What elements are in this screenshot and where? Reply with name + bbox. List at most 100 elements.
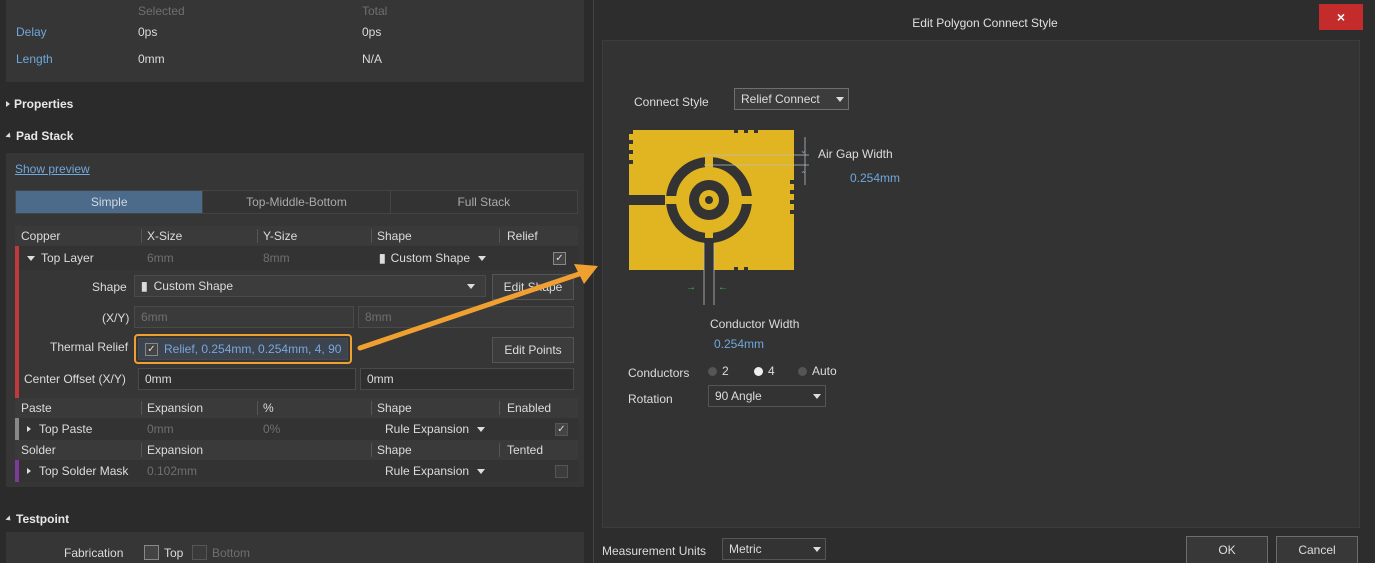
top-solder-shape-value: Rule Expansion (385, 464, 470, 478)
col-x-size: X-Size (147, 229, 183, 243)
thermal-relief-label: Thermal Relief (50, 340, 129, 354)
shape-select[interactable]: ▮ Custom Shape (134, 275, 486, 297)
thermal-relief-checkbox[interactable]: ✓ (145, 342, 158, 356)
conductors-option-auto[interactable]: Auto (798, 364, 837, 378)
col-enabled: Enabled (507, 401, 552, 415)
col-shape: Shape (377, 229, 412, 243)
delay-label: Delay (16, 25, 47, 39)
top-paste-shape-select[interactable]: Rule Expansion (385, 418, 486, 440)
xy-label: (X/Y) (102, 311, 130, 325)
shape-value: Custom Shape (153, 279, 233, 293)
top-paste-expansion: 0mm (147, 422, 174, 436)
chevron-down-icon (813, 547, 821, 552)
size-y-field[interactable]: 8mm (358, 306, 574, 328)
air-gap-value[interactable]: 0.254mm (850, 171, 900, 185)
col-selected-header: Selected (138, 4, 185, 18)
show-preview-link[interactable]: Show preview (15, 162, 90, 176)
svg-text:⌄: ⌄ (800, 146, 807, 155)
col-y-size: Y-Size (263, 229, 298, 243)
top-solder-expansion: 0.102mm (147, 464, 198, 478)
connect-style-label: Connect Style (634, 95, 709, 109)
thermal-relief-field[interactable]: ✓ Relief, 0.254mm, 0.254mm, 4, 90 (138, 338, 348, 360)
edit-shape-button[interactable]: Edit Shape (492, 274, 574, 300)
cancel-button[interactable]: Cancel (1276, 536, 1358, 563)
close-button[interactable]: × (1319, 4, 1363, 30)
col-expansion: Expansion (147, 401, 204, 415)
dialog-title-bar: Edit Polygon Connect Style (594, 8, 1375, 38)
svg-text:→: → (686, 282, 696, 293)
length-total: N/A (362, 52, 383, 66)
col-shape: Shape (377, 401, 412, 415)
paste-grid: Paste Expansion % Shape Enabled Top Past… (15, 398, 578, 482)
relief-preview-diagram: → ← ⌄ ⌃ (629, 130, 809, 305)
svg-text:←: ← (718, 282, 728, 293)
tented-checkbox[interactable] (555, 464, 568, 478)
paste-enabled-checkbox[interactable]: ✓ (555, 422, 568, 436)
edit-polygon-connect-style-dialog: Edit Polygon Connect Style × Connect Sty… (593, 0, 1375, 563)
top-layer-x: 6mm (147, 251, 174, 265)
rotation-value: 90 Angle (715, 389, 762, 403)
radio-icon (708, 366, 717, 376)
fabrication-bottom-label: Bottom (212, 546, 251, 560)
top-layer-shape-select[interactable]: ▮ Custom Shape (379, 246, 486, 270)
air-gap-label: Air Gap Width (818, 147, 893, 161)
top-solder-shape-select[interactable]: Rule Expansion (385, 460, 486, 482)
fabrication-top-label: Top (164, 546, 184, 560)
ok-button[interactable]: OK (1186, 536, 1268, 563)
layer-color-bar (15, 246, 19, 270)
collapse-arrow-icon (5, 515, 13, 523)
properties-panel: Selected Total Delay 0ps 0ps Length 0mm … (0, 0, 593, 563)
offset-x-field[interactable]: 0mm (138, 368, 356, 390)
col-expansion: Expansion (147, 443, 204, 457)
top-layer-row[interactable]: Top Layer 6mm 8mm ▮ Custom Shape ✓ (15, 246, 578, 270)
conductor-width-value[interactable]: 0.254mm (714, 337, 764, 351)
size-x-field[interactable]: 6mm (134, 306, 354, 328)
fabrication-bottom-checkbox[interactable] (192, 545, 207, 560)
tab-simple[interactable]: Simple (16, 191, 203, 213)
conductors-option-4[interactable]: 4 (754, 364, 775, 378)
properties-section-label: Properties (14, 97, 74, 111)
fabrication-label: Fabrication (64, 546, 124, 560)
top-solder-row[interactable]: Top Solder Mask 0.102mm Rule Expansion (15, 460, 578, 482)
col-copper: Copper (21, 229, 61, 243)
pad-stack-tabs: Simple Top-Middle-Bottom Full Stack (15, 190, 578, 214)
layer-color-bar (15, 460, 19, 482)
testpoint-section-toggle[interactable]: Testpoint (5, 512, 70, 526)
radio-icon (798, 366, 807, 376)
top-layer-shape-value: Custom Shape (390, 251, 470, 265)
delay-total: 0ps (362, 25, 382, 39)
custom-shape-icon: ▮ (379, 251, 386, 265)
top-paste-percent: 0% (263, 422, 281, 436)
testpoint-section-label: Testpoint (16, 512, 70, 526)
fabrication-top-checkbox[interactable] (144, 545, 159, 560)
expand-arrow-icon (27, 468, 31, 474)
layer-color-bar (15, 418, 19, 440)
tab-top-middle-bottom[interactable]: Top-Middle-Bottom (202, 191, 391, 213)
offset-y-field[interactable]: 0mm (360, 368, 574, 390)
conductors-label: Conductors (628, 366, 690, 380)
chevron-down-icon (477, 468, 486, 474)
conductors-option-2[interactable]: 2 (708, 364, 729, 378)
copper-header: Copper X-Size Y-Size Shape Relief (15, 226, 578, 246)
measurement-units-select[interactable]: Metric (722, 538, 826, 560)
expand-arrow-icon (6, 101, 10, 107)
custom-shape-icon: ▮ (141, 279, 148, 293)
chevron-down-icon (478, 255, 486, 261)
top-paste-row[interactable]: Top Paste 0mm 0% Rule Expansion ✓ (15, 418, 578, 440)
radio-selected-icon (754, 366, 763, 376)
top-layer-name: Top Layer (41, 251, 94, 265)
pad-stack-section-toggle[interactable]: Pad Stack (5, 129, 73, 143)
col-total-header: Total (362, 4, 388, 18)
tab-full-stack[interactable]: Full Stack (390, 191, 577, 213)
center-offset-label: Center Offset (X/Y) (24, 372, 126, 386)
rotation-select[interactable]: 90 Angle (708, 385, 826, 407)
connect-style-select[interactable]: Relief Connect (734, 88, 849, 110)
connect-style-value: Relief Connect (741, 92, 820, 106)
edit-points-button[interactable]: Edit Points (492, 337, 574, 363)
relief-checkbox[interactable]: ✓ (553, 251, 566, 265)
col-percent: % (263, 401, 274, 415)
properties-section-toggle[interactable]: Properties (6, 97, 73, 111)
col-tented: Tented (507, 443, 544, 457)
solder-header: Solder Expansion Shape Tented (15, 440, 578, 460)
top-paste-name: Top Paste (39, 422, 93, 436)
